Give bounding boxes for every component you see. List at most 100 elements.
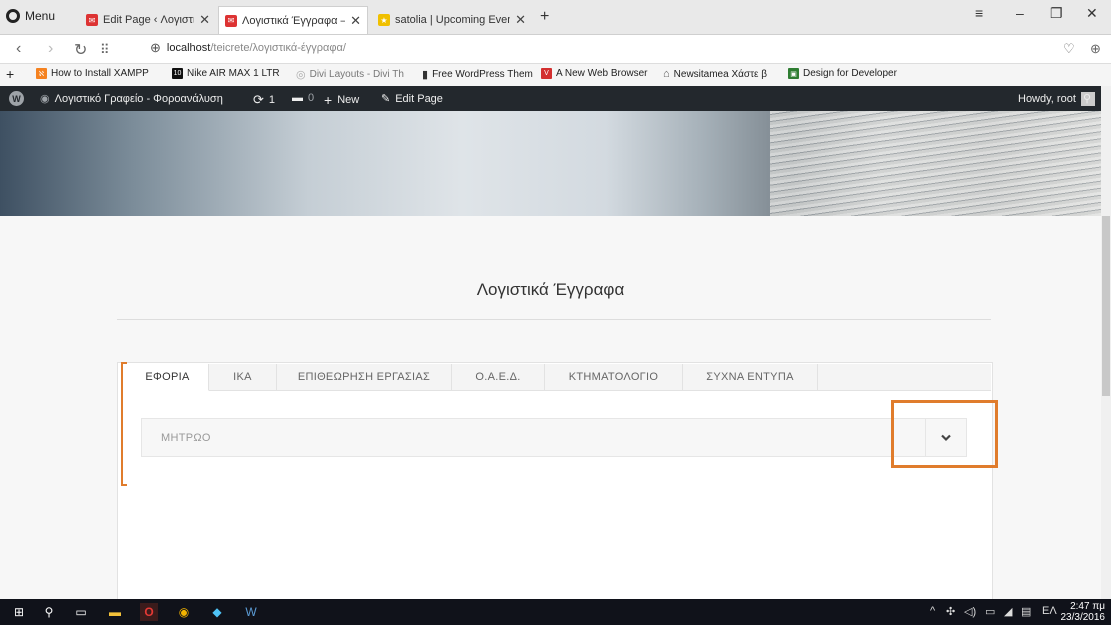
tab-edit-page[interactable]: ✉ Edit Page ‹ Λογιστικό Γρα ✕ [80,8,216,32]
opera-icon[interactable]: O [140,603,158,621]
divi-icon: ◎ [296,69,306,81]
comment-icon: ▬ [292,92,303,104]
tab-eforia[interactable]: ΕΦΟΡΙΑ [127,364,209,391]
close-tab-icon[interactable]: ✕ [515,12,526,28]
address-bar: ‹ › ↻ ⠿ ⊕ localhost/teicrete/λογιστικά-έ… [0,35,1111,64]
updates-count: 1 [268,94,276,106]
tab-title: satolia | Upcoming Events [395,14,511,26]
bookmark-newsitamea[interactable]: ⌂ Newsitamea Χάστε β [663,68,767,80]
bookmark-design-developers[interactable]: ▣ Design for Developer [788,68,897,79]
volume-icon[interactable]: ◁) [964,605,976,618]
search-icon[interactable]: ⚲ [1083,92,1091,105]
bookmark-divi[interactable]: ◎ Divi Layouts - Divi Th [296,68,404,81]
accordion-mitroo[interactable]: ΜΗΤΡΩΟ [141,418,967,457]
new-content-link[interactable]: + New [324,92,359,108]
updates-icon: ⟳ [253,92,264,107]
bookmark-nike[interactable]: 10 Nike AIR MAX 1 LTR [172,68,280,79]
tab-logistika-eggrafa[interactable]: ✉ Λογιστικά Έγγραφα – Λογ ✕ [218,6,368,34]
plus-icon: + [324,92,333,108]
search-icon[interactable]: ⚲ [40,603,58,621]
download-icon[interactable]: ⊕ [1090,41,1101,57]
site-favicon-icon: ✉ [225,14,237,27]
chrome-icon[interactable]: ◉ [175,603,193,621]
dashboard-icon: ◉ [40,93,50,105]
annotation-highlight-box [891,400,998,468]
bookmark-label: Divi Layouts - Divi Th [309,69,404,80]
heart-icon[interactable]: ♡ [1063,41,1075,57]
tab-title: Λογιστικά Έγγραφα – Λογ [242,14,345,27]
wordpress-logo-icon[interactable]: W [9,91,24,106]
scrollbar-thumb[interactable] [1102,216,1110,396]
comments-count: 0 [308,92,315,104]
wp-admin-bar: W ◉ Λογιστικό Γραφείο - Φοροανάλυση ⟳ 1 … [0,86,1101,111]
new-tab-icon[interactable]: + [540,8,549,26]
close-tab-icon[interactable]: ✕ [199,12,210,28]
task-view-icon[interactable]: ▭ [72,603,90,621]
tab-menu-icon[interactable]: ≡ [975,5,983,21]
vivaldi-icon: V [541,68,552,79]
url-path: /teicrete/λογιστικά-έγγραφα/ [210,42,346,54]
document-icon: ▮ [422,69,429,81]
header-image [0,111,1101,216]
minimize-icon[interactable]: – [1016,5,1024,21]
tab-epitheorisi-ergasias[interactable]: ΕΠΙΘΕΩΡΗΣΗ ΕΡΓΑΣΙΑΣ [277,364,452,390]
app-icon[interactable]: ◆ [208,603,226,621]
bookmark-label: Design for Developer [803,68,897,79]
add-bookmark-icon[interactable]: + [6,66,14,82]
file-explorer-icon[interactable]: ▬ [106,603,124,621]
edit-page-label: Edit Page [395,92,443,105]
speed-dial-icon[interactable]: ⠿ [100,42,110,58]
tab-ktimatologio[interactable]: ΚΤΗΜΑΤΟΛΟΓΙΟ [545,364,683,390]
forward-icon[interactable]: › [48,40,53,58]
bookmark-wordpress-themes[interactable]: ▮ Free WordPress Them [422,68,533,81]
url-field[interactable]: ⊕ localhost/teicrete/λογιστικά-έγγραφα/ [150,40,346,56]
page-scrollbar[interactable] [1101,86,1111,599]
site-name: Λογιστικό Γραφείο - Φοροανάλυση [54,92,223,105]
satolia-favicon-icon: ★ [378,14,390,26]
opera-menu-button[interactable]: Menu [6,9,55,23]
reload-icon[interactable]: ↻ [74,40,87,60]
clock-date: 23/3/2016 [1060,612,1106,623]
nike-icon: 10 [172,68,183,79]
url-host: localhost [166,42,211,54]
tab-sychna-entypa[interactable]: ΣΥΧΝΑ ΕΝΤΥΠΑ [683,364,818,390]
opera-logo-icon [6,9,20,23]
bookmark-label: Newsitamea Χάστε β [673,68,768,80]
wp-logo-icon: W [9,91,24,106]
dropbox-icon[interactable]: ✣ [946,605,955,618]
bookmark-label: Free WordPress Them [432,69,533,80]
tab-oaed[interactable]: Ο.Α.Ε.Δ. [452,364,545,390]
pencil-icon: ✎ [381,93,391,105]
tabs-panel [117,362,993,600]
windows-taskbar: ⊞ ⚲ ▭ ▬ O ◉ ◆ W ^ ✣ ◁) ▭ ◢ ▤ ΕΛ 2:47 πμ … [0,599,1111,625]
word-icon[interactable]: W [242,603,260,621]
bookmark-vivaldi[interactable]: V A New Web Browser [541,68,648,79]
notifications-icon[interactable]: ▤ [1021,605,1031,618]
battery-icon[interactable]: ▭ [985,605,995,618]
newsitamea-icon: ⌂ [663,68,670,80]
windows-start-icon[interactable]: ⊞ [10,603,28,621]
tab-title: Edit Page ‹ Λογιστικό Γρα [103,14,194,26]
updates-link[interactable]: ⟳ 1 [253,92,275,108]
edit-page-link[interactable]: ✎ Edit Page [381,92,443,106]
globe-icon: ⊕ [150,40,161,55]
howdy-label: Howdy, root [1018,93,1076,105]
design-icon: ▣ [788,68,799,79]
maximize-icon[interactable]: ❐ [1050,5,1063,22]
site-name-link[interactable]: ◉ Λογιστικό Γραφείο - Φοροανάλυση [40,92,223,106]
close-tab-icon[interactable]: ✕ [350,13,361,29]
tab-bar: ΕΦΟΡΙΑ ΙΚΑ ΕΠΙΘΕΩΡΗΣΗ ΕΡΓΑΣΙΑΣ Ο.Α.Ε.Δ. … [127,364,991,391]
tab-satolia[interactable]: ★ satolia | Upcoming Events ✕ [372,8,532,32]
xampp-icon: ℵ [36,68,47,79]
tray-chevron-icon[interactable]: ^ [930,605,935,617]
new-label: New [337,94,360,106]
language-indicator[interactable]: ΕΛ [1042,605,1057,617]
comments-link[interactable]: ▬ 0 [292,92,314,104]
back-icon[interactable]: ‹ [16,40,21,58]
bookmark-xampp[interactable]: ℵ How to Install XAMPP [36,68,149,79]
tab-ika[interactable]: ΙΚΑ [209,364,277,390]
clock[interactable]: 2:47 πμ 23/3/2016 [1061,601,1106,623]
wifi-icon[interactable]: ◢ [1004,605,1012,618]
bookmark-label: How to Install XAMPP [51,68,149,79]
close-window-icon[interactable]: ✕ [1086,5,1098,22]
